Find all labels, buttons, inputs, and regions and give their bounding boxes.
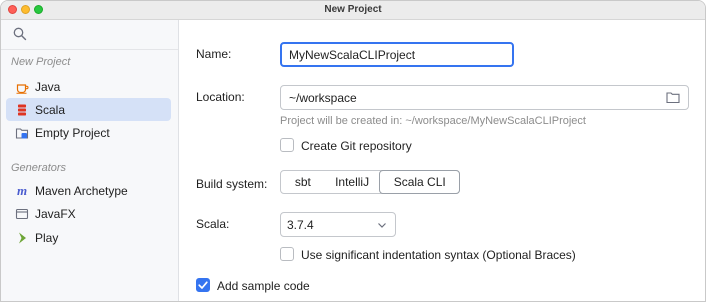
add-sample-code-checkbox[interactable]	[196, 278, 210, 292]
sidebar-item-label: JavaFX	[35, 206, 76, 221]
new-project-section-label: New Project	[11, 56, 71, 68]
project-form: Name: MyNewScalaCLIProject Location: ~/w…	[179, 20, 705, 301]
generators-section-label: Generators	[11, 162, 67, 174]
title-bar: New Project	[1, 1, 705, 20]
build-system-selector: sbt IntelliJ Scala CLI	[280, 170, 460, 194]
location-input-value: ~/workspace	[289, 90, 357, 105]
sidebar-item-java[interactable]: Java	[6, 75, 171, 98]
sidebar-item-play[interactable]: Play	[6, 226, 171, 249]
name-input-value: MyNewScalaCLIProject	[289, 47, 416, 62]
sidebar: New Project Java Scala Empty Project Gen…	[1, 20, 179, 301]
create-git-checkbox[interactable]	[280, 138, 294, 152]
search-divider	[1, 49, 178, 50]
new-project-window: New Project New Project Java Scala Empty…	[0, 0, 706, 302]
window-title: New Project	[324, 4, 382, 15]
maven-icon: m	[16, 182, 28, 198]
create-git-label: Create Git repository	[301, 139, 412, 153]
empty-project-icon	[15, 127, 29, 139]
scala-icon	[18, 104, 26, 115]
sidebar-item-label: Maven Archetype	[35, 183, 128, 198]
browse-folder-icon[interactable]	[666, 91, 680, 104]
sidebar-item-label: Empty Project	[35, 125, 110, 140]
build-system-label: Build system:	[196, 177, 268, 191]
scala-version-select[interactable]: 3.7.4	[280, 212, 396, 237]
play-icon	[19, 232, 26, 243]
indentation-syntax-checkbox[interactable]	[280, 247, 294, 261]
scala-version-value: 3.7.4	[287, 217, 314, 232]
location-label: Location:	[196, 90, 245, 104]
name-label: Name:	[196, 47, 232, 61]
scala-label: Scala:	[196, 217, 230, 231]
add-sample-code-label: Add sample code	[217, 279, 310, 293]
sidebar-item-empty-project[interactable]: Empty Project	[6, 121, 171, 144]
indentation-syntax-label: Use significant indentation syntax (Opti…	[301, 248, 576, 262]
build-system-sbt[interactable]: sbt	[281, 171, 325, 193]
search-icon[interactable]	[13, 27, 27, 41]
sidebar-item-label: Play	[35, 230, 59, 245]
sidebar-item-label: Java	[35, 79, 61, 94]
chevron-down-icon	[378, 223, 386, 228]
name-input[interactable]: MyNewScalaCLIProject	[280, 42, 514, 67]
build-system-intellij[interactable]: IntelliJ	[325, 171, 380, 193]
javafx-window-icon	[15, 208, 29, 219]
sidebar-item-maven-archetype[interactable]: m Maven Archetype	[6, 179, 171, 202]
build-system-scala-cli[interactable]: Scala CLI	[379, 170, 460, 194]
sidebar-item-javafx[interactable]: JavaFX	[6, 202, 171, 225]
location-hint: Project will be created in: ~/workspace/…	[280, 115, 586, 127]
location-input[interactable]: ~/workspace	[280, 85, 689, 110]
checkmark-icon	[198, 281, 208, 289]
sidebar-item-label: Scala	[35, 102, 66, 117]
sidebar-item-scala[interactable]: Scala	[6, 98, 171, 121]
java-cup-icon	[16, 83, 29, 94]
